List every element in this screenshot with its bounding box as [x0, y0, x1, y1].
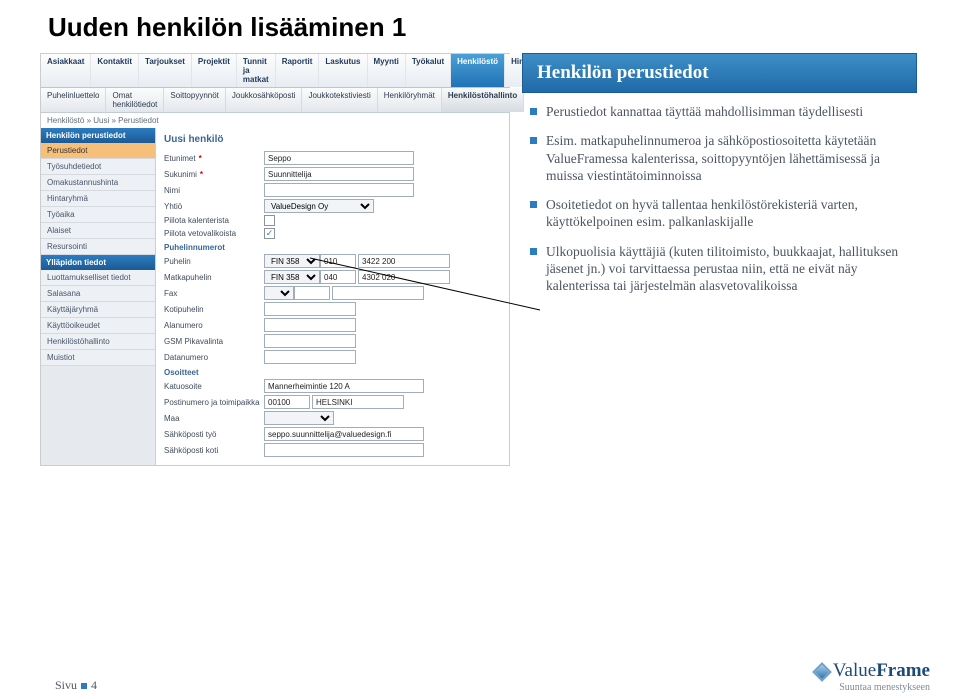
subnav-0[interactable]: Puhelinluettelo: [41, 88, 106, 112]
label-postinumero: Postinumero ja toimipaikka: [164, 398, 264, 407]
sidebar-item2-2[interactable]: Käyttäjäryhmä: [41, 302, 155, 318]
alanumero-field[interactable]: [264, 318, 356, 332]
piilota-kalenterista-checkbox[interactable]: [264, 215, 275, 226]
sidebar-item2-4[interactable]: Henkilöstöhallinto: [41, 334, 155, 350]
info-header: Henkilön perustiedot: [522, 53, 917, 93]
sidebar-item2-3[interactable]: Käyttöoikeudet: [41, 318, 155, 334]
info-bullet-1: Esim. matkapuhelinnumeroa ja sähköpostio…: [530, 132, 913, 184]
subnav-4[interactable]: Joukkotekstiviesti: [302, 88, 377, 112]
fax-number-field[interactable]: [332, 286, 424, 300]
topnav-henkilöstö[interactable]: Henkilöstö: [451, 54, 505, 87]
sidebar: Henkilön perustiedot PerustiedotTyösuhde…: [41, 128, 156, 465]
sidebar-item-0[interactable]: Perustiedot: [41, 143, 155, 159]
katuosoite-field[interactable]: [264, 379, 424, 393]
brand-logo: ValueFrame Suuntaa menestykseen: [815, 660, 930, 693]
slide-title: Uuden henkilön lisääminen 1: [0, 0, 960, 53]
top-nav: AsiakkaatKontaktitTarjouksetProjektitTun…: [41, 54, 509, 88]
label-datanumero: Datanumero: [164, 353, 264, 362]
nimi-field[interactable]: [264, 183, 414, 197]
sidebar-item2-0[interactable]: Luottamukselliset tiedot: [41, 270, 155, 286]
sidebar-item2-5[interactable]: Muistiot: [41, 350, 155, 366]
matka-area-field[interactable]: [320, 270, 356, 284]
topnav-raportit[interactable]: Raportit: [276, 54, 320, 87]
postinumero-field[interactable]: [264, 395, 310, 409]
label-piilota-veto: Piilota vetovalikoista: [164, 229, 264, 238]
topnav-tarjoukset[interactable]: Tarjoukset: [139, 54, 192, 87]
label-maa: Maa: [164, 414, 264, 423]
puhelin-country-select[interactable]: FIN 358: [264, 254, 320, 268]
puhelin-area-field[interactable]: [320, 254, 356, 268]
info-panel: Henkilön perustiedot Perustiedot kannatt…: [522, 53, 917, 466]
fax-area-field[interactable]: [294, 286, 330, 300]
label-katuosoite: Katuosoite: [164, 382, 264, 391]
subnav-3[interactable]: Joukkosähköposti: [226, 88, 303, 112]
logo-cube-icon: [812, 662, 832, 682]
section-osoitteet: Osoitteet: [164, 368, 501, 377]
kotipuhelin-field[interactable]: [264, 302, 356, 316]
label-yhtio: Yhtiö: [164, 202, 264, 211]
sidebar-section-yllapito: Ylläpidon tiedot: [41, 255, 155, 270]
topnav-tunnit ja matkat[interactable]: Tunnit ja matkat: [237, 54, 276, 87]
spkoti-field[interactable]: [264, 443, 424, 457]
label-spkoti: Sähköposti koti: [164, 446, 264, 455]
sidebar-item-5[interactable]: Alaiset: [41, 223, 155, 239]
subnav-2[interactable]: Soittopyynnöt: [164, 88, 225, 112]
page-number: Sivu4: [55, 678, 97, 693]
sidebar-item-4[interactable]: Työaika: [41, 207, 155, 223]
sidebar-item-3[interactable]: Hintaryhmä: [41, 191, 155, 207]
sidebar-item-2[interactable]: Omakustannushinta: [41, 175, 155, 191]
datanumero-field[interactable]: [264, 350, 356, 364]
label-nimi: Nimi: [164, 186, 264, 195]
topnav-myynti[interactable]: Myynti: [368, 54, 406, 87]
fax-select[interactable]: [264, 286, 294, 300]
subnav-1[interactable]: Omat henkilötiedot: [106, 88, 164, 112]
subnav-6[interactable]: Henkilöstöhallinto: [442, 88, 524, 112]
info-bullet-2: Osoitetiedot on hyvä tallentaa henkilöst…: [530, 196, 913, 231]
maa-select[interactable]: [264, 411, 334, 425]
topnav-projektit[interactable]: Projektit: [192, 54, 237, 87]
topnav-työkalut[interactable]: Työkalut: [406, 54, 451, 87]
sidebar-item-1[interactable]: Työsuhdetiedot: [41, 159, 155, 175]
subnav-5[interactable]: Henkilöryhmät: [378, 88, 442, 112]
puhelin-number-field[interactable]: [358, 254, 450, 268]
gsm-field[interactable]: [264, 334, 356, 348]
section-puhelinnumerot: Puhelinnumerot: [164, 243, 501, 252]
sidebar-section-perustiedot: Henkilön perustiedot: [41, 128, 155, 143]
breadcrumb: Henkilöstö » Uusi » Perustiedot: [41, 113, 509, 128]
label-sukunimi: Sukunimi*: [164, 170, 264, 179]
label-alanumero: Alanumero: [164, 321, 264, 330]
form-title: Uusi henkilö: [164, 134, 501, 145]
label-sptyo: Sähköposti työ: [164, 430, 264, 439]
topnav-kontaktit[interactable]: Kontaktit: [91, 54, 139, 87]
toimipaikka-field[interactable]: [312, 395, 404, 409]
piilota-vetovalikoista-checkbox[interactable]: [264, 228, 275, 239]
label-etunimet: Etunimet*: [164, 154, 264, 163]
topnav-asiakkaat[interactable]: Asiakkaat: [41, 54, 91, 87]
sukunimi-field[interactable]: [264, 167, 414, 181]
form-area: Uusi henkilö Etunimet* Sukunimi* Nimi Yh…: [156, 128, 509, 465]
etunimet-field[interactable]: [264, 151, 414, 165]
matka-country-select[interactable]: FIN 358: [264, 270, 320, 284]
label-kotipuhelin: Kotipuhelin: [164, 305, 264, 314]
info-bullets: Perustiedot kannattaa täyttää mahdollisi…: [530, 103, 913, 294]
sidebar-item-6[interactable]: Resursointi: [41, 239, 155, 255]
sptyo-field[interactable]: [264, 427, 424, 441]
label-matkapuhelin: Matkapuhelin: [164, 273, 264, 282]
label-gsm: GSM Pikavalinta: [164, 337, 264, 346]
info-bullet-3: Ulkopuolisia käyttäjiä (kuten tilitoimis…: [530, 243, 913, 295]
sub-nav: PuhelinluetteloOmat henkilötiedotSoittop…: [41, 88, 509, 113]
yhtio-select[interactable]: ValueDesign Oy: [264, 199, 374, 213]
app-screenshot: AsiakkaatKontaktitTarjouksetProjektitTun…: [40, 53, 510, 466]
label-puhelin: Puhelin: [164, 257, 264, 266]
sidebar-item2-1[interactable]: Salasana: [41, 286, 155, 302]
matka-number-field[interactable]: [358, 270, 450, 284]
label-fax: Fax: [164, 289, 264, 298]
label-piilota-kal: Piilota kalenterista: [164, 216, 264, 225]
topnav-laskutus[interactable]: Laskutus: [319, 54, 367, 87]
info-bullet-0: Perustiedot kannattaa täyttää mahdollisi…: [530, 103, 913, 120]
